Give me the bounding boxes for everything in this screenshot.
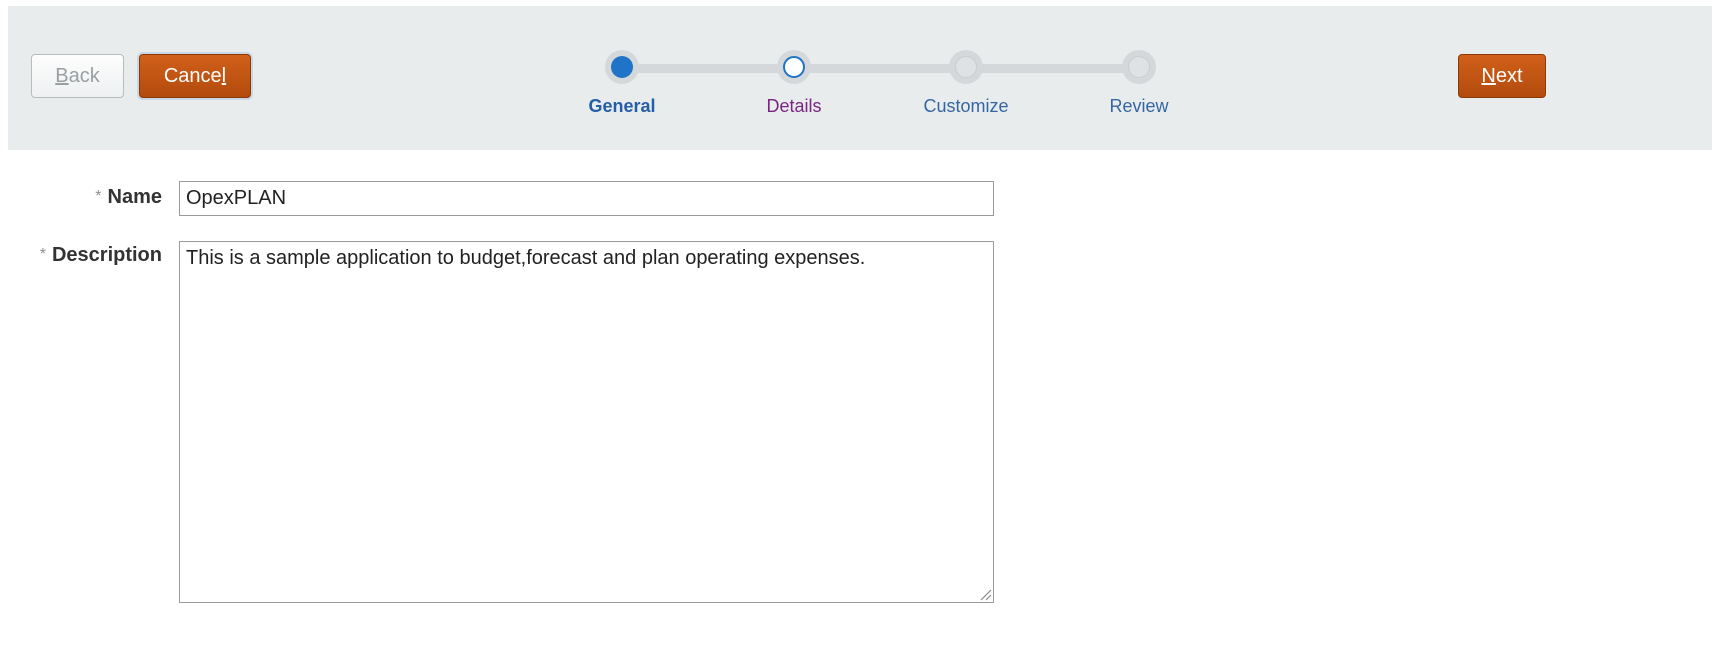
back-accel-key: B xyxy=(55,64,69,87)
description-textarea[interactable]: This is a sample application to budget,f… xyxy=(179,241,994,603)
next-button[interactable]: Next xyxy=(1458,54,1546,98)
next-accel-key: N xyxy=(1481,64,1496,87)
cancel-label: Cance xyxy=(163,64,222,87)
train-stop-general[interactable] xyxy=(605,50,639,84)
unvisited-stop-icon xyxy=(955,56,977,78)
train-label-general[interactable]: General xyxy=(542,96,702,117)
train-track xyxy=(622,64,1139,73)
back-label: ack xyxy=(68,64,100,87)
train-stop-details[interactable] xyxy=(777,50,811,84)
name-input[interactable] xyxy=(179,181,994,216)
description-label: * Description xyxy=(40,244,162,267)
back-button[interactable]: Back xyxy=(31,54,124,98)
create-application-page: Back Cance l General Details Customize Re… xyxy=(0,0,1712,656)
required-marker: * xyxy=(95,188,102,205)
train-stop-customize[interactable] xyxy=(949,50,983,84)
train-label-customize[interactable]: Customize xyxy=(886,96,1046,117)
next-label: ext xyxy=(1495,64,1523,87)
visited-stop-icon xyxy=(783,56,805,78)
train-stop-review[interactable] xyxy=(1122,50,1156,84)
name-label-text: Name xyxy=(107,186,162,208)
name-label: * Name xyxy=(95,186,162,209)
required-marker: * xyxy=(39,246,46,263)
description-label-text: Description xyxy=(51,244,162,266)
train-navigation-bar: Back Cance l General Details Customize Re… xyxy=(8,6,1712,150)
cancel-accel-key: l xyxy=(221,64,227,87)
current-stop-icon xyxy=(611,56,633,78)
unvisited-stop-icon xyxy=(1128,56,1150,78)
train-label-details[interactable]: Details xyxy=(714,96,874,117)
train-label-review[interactable]: Review xyxy=(1059,96,1219,117)
cancel-button[interactable]: Cance l xyxy=(139,54,251,98)
